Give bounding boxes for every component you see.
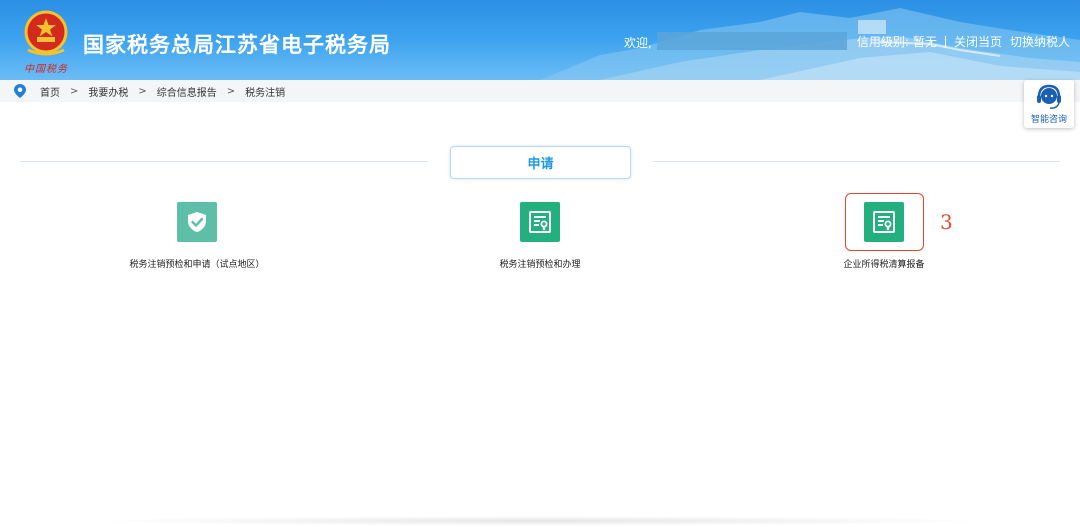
close-page-link[interactable]: 关闭当页 (954, 33, 1002, 50)
tab-apply[interactable]: 申请 (450, 146, 631, 179)
divider (944, 35, 946, 48)
site-header: 中国税务 国家税务总局江苏省电子税务局 欢迎, 信用级别: 暂无 关闭当页 切换… (0, 0, 1080, 80)
bottom-shadow (90, 516, 990, 526)
breadcrumb-separator: > (226, 85, 236, 97)
breadcrumb-home[interactable]: 首页 (40, 84, 60, 99)
breadcrumb-info-report[interactable]: 综合信息报告 (157, 84, 217, 99)
breadcrumb-separator: > (138, 85, 147, 97)
service-item-deregistration-pilot[interactable]: 税务注销预检和申请（试点地区） (97, 202, 297, 270)
divider-right (653, 161, 1060, 162)
service-label: 税务注销预检和办理 (499, 260, 581, 270)
headset-icon (1037, 84, 1061, 109)
user-name-redacted (657, 32, 847, 50)
smart-consult-button[interactable]: 智能咨询 (1024, 80, 1074, 128)
slogan-text: 中国税务 (24, 64, 68, 75)
consult-label: 智能咨询 (1030, 115, 1067, 125)
location-pin-icon (14, 84, 26, 98)
breadcrumb: 首页 > 我要办税 > 综合信息报告 > 税务注销 (0, 80, 1080, 102)
service-item-deregistration-handle[interactable]: 税务注销预检和办理 (440, 202, 640, 270)
switch-taxpayer-link[interactable]: 切换纳税人 (1010, 33, 1070, 50)
breadcrumb-tax-service[interactable]: 我要办税 (88, 84, 128, 99)
welcome-text: 欢迎, (624, 36, 652, 50)
service-label: 企业所得税清算报备 (843, 260, 925, 270)
credit-label: 信用级别: (856, 35, 909, 49)
site-title: 国家税务总局江苏省电子税务局 (83, 33, 391, 57)
service-label: 税务注销预检和申请（试点地区） (129, 260, 265, 270)
annotation-marker: 3 (940, 210, 953, 234)
divider-left (20, 161, 428, 162)
top-links: 信用级别: 暂无 关闭当页 切换纳税人 (857, 33, 1070, 50)
credit-value[interactable]: 暂无 (913, 33, 937, 50)
breadcrumb-deregistration[interactable]: 税务注销 (245, 84, 285, 99)
breadcrumb-separator: > (70, 85, 79, 97)
highlight-box (845, 193, 924, 251)
national-emblem-icon (24, 10, 68, 56)
certificate-icon (520, 202, 560, 242)
shield-check-icon (177, 202, 217, 242)
